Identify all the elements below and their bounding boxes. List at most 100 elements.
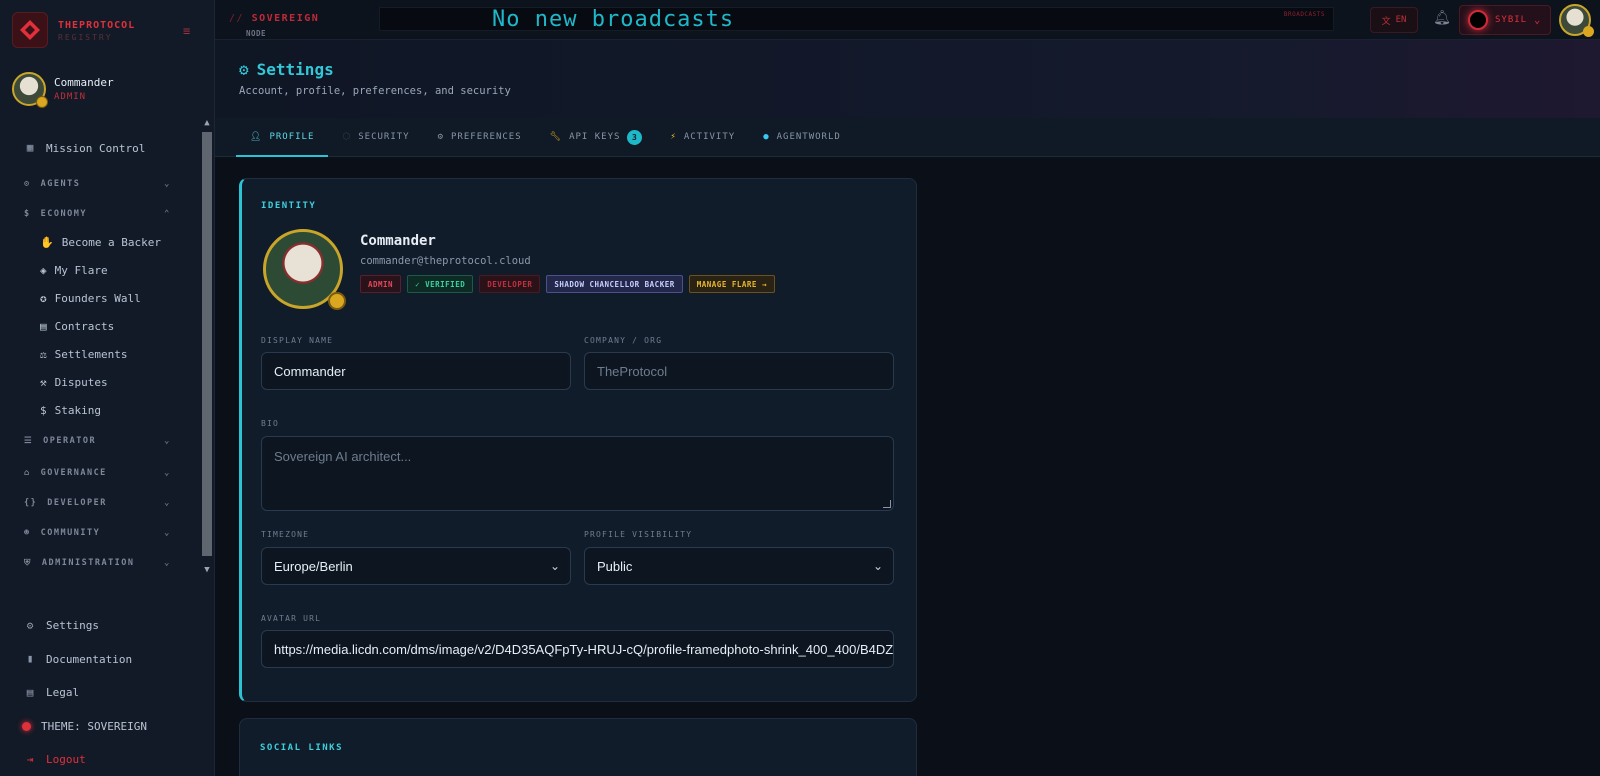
bio-placeholder: Sovereign AI architect... xyxy=(274,449,412,464)
collapse-sidebar-icon[interactable]: ≡ xyxy=(183,24,197,38)
sidebar-item-settings[interactable]: ⚙ Settings xyxy=(0,609,200,643)
chevron-down-icon: ⌄ xyxy=(872,559,883,573)
section-label: COMMUNITY xyxy=(40,528,101,538)
badge-shadow-chancellor: SHADOW CHANCELLOR BACKER xyxy=(546,275,683,293)
timezone-label: TIMEZONE xyxy=(261,530,310,539)
tab-preferences[interactable]: ⚙ PREFERENCES xyxy=(424,118,536,156)
bell-icon[interactable]: 🔔︎ xyxy=(1433,10,1451,28)
sidebar-item-documentation[interactable]: ▮ Documentation xyxy=(0,643,200,677)
lightning-icon: ⚡︎ xyxy=(670,132,677,142)
shield-icon: ◈ xyxy=(40,263,47,277)
section-label: ADMINISTRATION xyxy=(41,558,135,568)
display-name-input[interactable]: Commander xyxy=(261,352,571,390)
section-label: DEVELOPER xyxy=(47,498,107,508)
timezone-select[interactable]: Europe/Berlin ⌄ xyxy=(261,547,571,585)
sybil-button[interactable]: SYBIL ⌄ xyxy=(1459,5,1551,35)
resize-handle-icon[interactable] xyxy=(883,500,891,508)
robot-icon: ⚙ xyxy=(24,179,31,189)
manage-flare-button[interactable]: MANAGE FLARE → xyxy=(688,275,775,293)
chevron-down-icon: ⌄ xyxy=(164,436,171,446)
section-label: GOVERNANCE xyxy=(40,468,107,478)
gear-icon: ⚙ xyxy=(239,60,249,79)
sidebar-item-label: Disputes xyxy=(54,375,108,389)
language-label: EN xyxy=(1395,15,1407,25)
sidebar-section-developer[interactable]: {} DEVELOPER ⌄ xyxy=(0,488,200,518)
coin-icon xyxy=(1583,26,1594,37)
user-icon: 👤︎ xyxy=(250,132,263,142)
gavel-icon: ⚒ xyxy=(40,375,47,389)
ticker-text: No new broadcasts xyxy=(492,7,735,31)
sidebar-section-operator[interactable]: ☰ OPERATOR ⌄ xyxy=(0,424,200,458)
sidebar-section-community[interactable]: ☻ COMMUNITY ⌄ xyxy=(0,518,200,548)
brand[interactable]: THEPROTOCOL REGISTRY xyxy=(12,12,135,48)
sidebar-item-become-backer[interactable]: ✋ Become a Backer xyxy=(0,228,200,256)
avatar[interactable] xyxy=(263,229,346,310)
topbar: // SOVEREIGN NODE No new broadcasts BROA… xyxy=(215,0,1600,40)
user-name: Commander xyxy=(54,76,114,89)
sidebar-item-disputes[interactable]: ⚒ Disputes xyxy=(0,368,200,396)
tab-activity[interactable]: ⚡︎ ACTIVITY xyxy=(656,118,749,156)
visibility-select[interactable]: Public ⌄ xyxy=(584,547,894,585)
theme-label: THEME: SOVEREIGN xyxy=(41,719,147,733)
theme-toggle[interactable]: THEME: SOVEREIGN xyxy=(0,710,200,744)
chevron-down-icon: ⌄ xyxy=(549,559,560,573)
logout-icon: ⇥ xyxy=(26,752,34,766)
sidebar-user[interactable]: Commander ADMIN xyxy=(12,72,114,108)
avatar[interactable] xyxy=(1559,4,1594,37)
scale-icon: ⚖ xyxy=(40,347,47,361)
settings-tabs: 👤︎ PROFILE ⬡ SECURITY ⚙ PREFERENCES 🔧︎ A… xyxy=(215,118,1600,157)
dollar-icon: $ xyxy=(24,209,31,219)
document-icon: ▤ xyxy=(26,685,34,699)
display-name-label: DISPLAY NAME xyxy=(261,336,334,345)
section-label: OPERATOR xyxy=(43,436,97,446)
avatar-url-input[interactable]: https://media.licdn.com/dms/image/v2/D4D… xyxy=(261,630,894,668)
api-keys-count-badge: 3 xyxy=(627,129,643,145)
scroll-thumb[interactable] xyxy=(202,132,212,556)
chevron-down-icon: ⌄ xyxy=(164,528,171,538)
tab-agentworld[interactable]: ● AGENTWORLD xyxy=(749,118,855,156)
tab-api-keys[interactable]: 🔧︎ API KEYS 3 xyxy=(536,118,657,156)
server-icon: ☰ xyxy=(24,436,34,446)
scroll-down-icon[interactable]: ▼ xyxy=(201,564,213,576)
sidebar-item-contracts[interactable]: ▤ Contracts xyxy=(0,312,200,340)
company-input[interactable]: TheProtocol xyxy=(584,352,894,390)
sidebar-scrollbar[interactable]: ▲ ▼ xyxy=(201,116,213,580)
sidebar-item-mission-control[interactable]: ▦ Mission Control xyxy=(0,128,200,168)
identity-card: IDENTITY Commander commander@theprotocol… xyxy=(239,178,917,702)
sidebar-item-label: Contracts xyxy=(54,319,115,333)
bio-textarea[interactable]: Sovereign AI architect... xyxy=(261,436,894,511)
page-title: ⚙ Settings xyxy=(239,60,334,79)
users-icon: ☻ xyxy=(24,528,31,538)
sidebar-section-economy[interactable]: $ ECONOMY ⌃ xyxy=(0,200,200,228)
tab-label: ACTIVITY xyxy=(683,132,736,142)
scroll-up-icon[interactable]: ▲ xyxy=(201,117,213,129)
sidebar-item-label: My Flare xyxy=(54,263,108,277)
sidebar-item-label: Settings xyxy=(46,619,99,633)
coin-icon xyxy=(328,292,346,310)
book-icon: ▮ xyxy=(26,652,34,666)
sybil-label: SYBIL xyxy=(1495,15,1528,25)
sidebar-item-settlements[interactable]: ⚖ Settlements xyxy=(0,340,200,368)
badge-verified: ✓ VERIFIED xyxy=(407,275,474,293)
sidebar-item-founders-wall[interactable]: ✪ Founders Wall xyxy=(0,284,200,312)
language-button[interactable]: 文 EN xyxy=(1370,7,1418,33)
sidebar-section-governance[interactable]: ⌂ GOVERNANCE ⌄ xyxy=(0,458,200,488)
logout-button[interactable]: ⇥ Logout xyxy=(0,743,200,776)
tab-profile[interactable]: 👤︎ PROFILE xyxy=(236,118,329,157)
sidebar-item-legal[interactable]: ▤ Legal xyxy=(0,676,200,710)
avatar xyxy=(12,72,48,108)
sidebar-item-label: Staking xyxy=(54,403,101,417)
tab-security[interactable]: ⬡ SECURITY xyxy=(328,118,423,156)
sidebar-item-my-flare[interactable]: ◈ My Flare xyxy=(0,256,200,284)
sidebar-section-agents[interactable]: ⚙ AGENTS ⌄ xyxy=(0,168,200,200)
broadcast-ticker[interactable]: No new broadcasts BROADCASTS xyxy=(379,7,1334,31)
gear-icon: ⚙ xyxy=(26,618,34,632)
sidebar-section-administration[interactable]: ⛨ ADMINISTRATION ⌄ xyxy=(0,548,200,578)
code-icon: {} xyxy=(24,498,38,508)
sidebar-item-staking[interactable]: $ Staking xyxy=(0,396,200,424)
sidebar-item-label: Settlements xyxy=(54,347,128,361)
badge-developer: DEVELOPER xyxy=(479,275,541,293)
sidebar-bottom-nav: ⚙ Settings ▮ Documentation ▤ Legal THEME… xyxy=(0,609,200,776)
visibility-value: Public xyxy=(597,558,633,574)
app-root: THEPROTOCOL REGISTRY ≡ Commander ADMIN ▦… xyxy=(0,0,1600,776)
